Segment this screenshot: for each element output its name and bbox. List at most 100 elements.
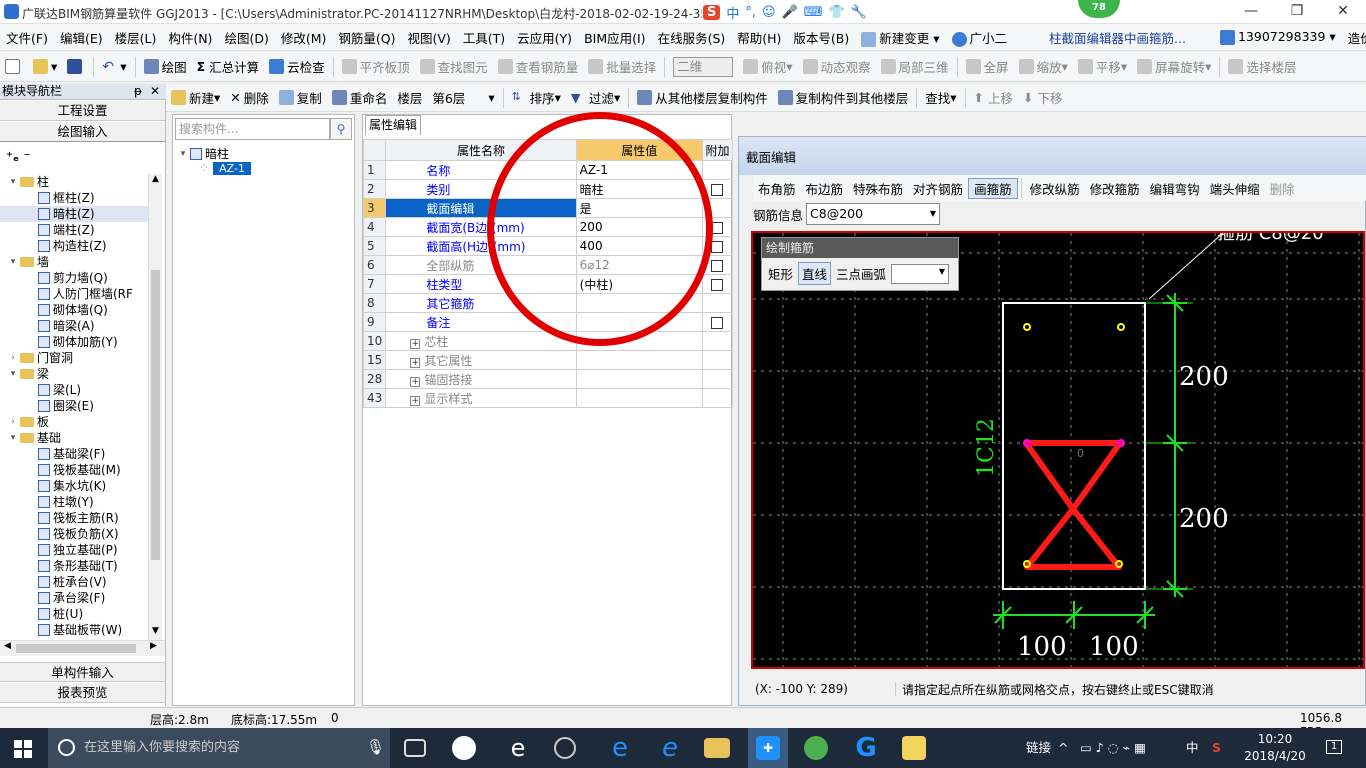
- floor-select[interactable]: 第6层 ▾: [427, 88, 499, 107]
- line-mode-button[interactable]: 直线: [798, 262, 832, 285]
- rename-button[interactable]: 重命名: [327, 88, 393, 107]
- property-value[interactable]: [575, 293, 703, 313]
- property-value[interactable]: 是: [575, 198, 703, 218]
- filter-button[interactable]: ▼ 过滤 ▾: [566, 88, 625, 107]
- copy-to-floor-button[interactable]: 复制构件到其他楼层: [773, 88, 914, 107]
- nav-tree-item[interactable]: 筏板主筋(R): [0, 510, 148, 526]
- draw-stirrup-button[interactable]: 画箍筋: [968, 177, 1018, 199]
- find-button[interactable]: 查找 ▾: [920, 88, 961, 107]
- property-value[interactable]: [575, 331, 703, 351]
- tab-property-edit[interactable]: 属性编辑: [365, 115, 421, 135]
- property-value[interactable]: AZ-1: [575, 160, 703, 180]
- tray-lang[interactable]: 中: [1186, 728, 1199, 768]
- menu-component[interactable]: 构件(N): [162, 28, 218, 47]
- property-row[interactable]: 5 截面高(H边)(mm) 400: [362, 236, 734, 256]
- tray-sogou-icon[interactable]: S: [1212, 728, 1221, 768]
- nav-tree-item[interactable]: 基础梁(F): [0, 446, 148, 462]
- expand-plus-icon[interactable]: +: [410, 357, 421, 368]
- property-row[interactable]: 6 全部纵筋 6⌀12: [362, 255, 734, 275]
- score-badge[interactable]: 78: [1078, 0, 1120, 18]
- taskbar-clock[interactable]: 10:20 2018/4/20: [1240, 731, 1310, 765]
- component-search-input[interactable]: 搜索构件...: [175, 118, 330, 140]
- menu-modify[interactable]: 修改(M): [275, 28, 333, 47]
- summary-calc-button[interactable]: Σ 汇总计算: [192, 57, 265, 76]
- nav-tree-folder[interactable]: ▾ 墙: [0, 254, 148, 270]
- property-row[interactable]: 10 + 芯柱: [362, 331, 734, 351]
- menu-version[interactable]: 版本号(B): [787, 28, 855, 47]
- task-view-icon[interactable]: [404, 739, 426, 757]
- nav-tree-item[interactable]: 圈梁(E): [0, 398, 148, 414]
- section-canvas[interactable]: 箍筋 C8@20 0 200 200 100 100 1C12 绘制箍筋 矩形 …: [751, 231, 1365, 669]
- nav-tree-folder[interactable]: ▾ 柱: [0, 174, 148, 190]
- nav-tree-item[interactable]: 构造柱(Z): [0, 238, 148, 254]
- taskbar-search-input[interactable]: 在这里输入你要搜索的内容: [48, 728, 390, 768]
- extra-checkbox[interactable]: [711, 221, 724, 234]
- move-down-button[interactable]: ⬇ 下移: [1018, 88, 1068, 107]
- nav-tree-item[interactable]: 砌体加筋(Y): [0, 334, 148, 350]
- view-mode-select[interactable]: 二维: [668, 56, 738, 77]
- user-account[interactable]: 13907298339 ▾: [1214, 29, 1342, 45]
- menu-new-change[interactable]: 新建变更 ▾: [855, 28, 945, 47]
- modify-stirrup-button[interactable]: 修改箍筋: [1085, 179, 1145, 198]
- find-element-button[interactable]: 查找图元: [415, 57, 493, 76]
- active-app-slot[interactable]: ✚: [748, 728, 788, 768]
- app-green-icon[interactable]: [804, 736, 828, 760]
- tray-arrow-icon[interactable]: ^: [1058, 728, 1068, 768]
- emoji-icon[interactable]: ☺: [762, 5, 776, 20]
- nav-tree-folder[interactable]: ▾ 梁: [0, 366, 148, 382]
- ime-toolbar[interactable]: S 中 °, ☺ 🎤 ⌨ 👕 🔧: [703, 3, 867, 22]
- wrench-icon[interactable]: 🔧: [851, 5, 867, 20]
- end-extend-button[interactable]: 端头伸缩: [1205, 179, 1265, 198]
- property-value[interactable]: [575, 369, 703, 389]
- pan-button[interactable]: 平移 ▾: [1073, 57, 1132, 76]
- edge-blue-icon[interactable]: e: [606, 734, 634, 762]
- modify-longitudinal-button[interactable]: 修改纵筋: [1025, 179, 1085, 198]
- property-row[interactable]: 3 截面编辑是: [362, 198, 734, 218]
- expand-collapse-all-icon[interactable]: ⁺ₑ ⁻: [6, 150, 30, 165]
- undo-icon[interactable]: ↶ ▾: [97, 59, 131, 75]
- view-rebar-qty-button[interactable]: 查看钢筋量: [493, 57, 584, 76]
- top-view-button[interactable]: 俯视 ▾: [738, 57, 797, 76]
- expand-plus-icon[interactable]: +: [410, 338, 421, 349]
- nav-tree-item[interactable]: 梁(L): [0, 382, 148, 398]
- file-explorer-icon[interactable]: [704, 738, 730, 758]
- property-value[interactable]: 200: [575, 217, 703, 237]
- fullscreen-button[interactable]: 全屏: [961, 57, 1014, 76]
- chevron-down-icon[interactable]: ▾: [8, 254, 18, 270]
- extra-checkbox[interactable]: [711, 183, 724, 196]
- mic-icon[interactable]: 🎤: [782, 5, 798, 20]
- nav-tree-item[interactable]: 柱墩(Y): [0, 494, 148, 510]
- expand-plus-icon[interactable]: +: [410, 395, 421, 406]
- cloud-check-button[interactable]: 云检查: [264, 57, 330, 76]
- draw-button[interactable]: 绘图: [139, 57, 192, 76]
- nav-tree-item[interactable]: 集水坑(K): [0, 478, 148, 494]
- tray-link[interactable]: 链接: [1026, 728, 1051, 768]
- chevron-down-icon[interactable]: ▾: [8, 366, 18, 382]
- section-drawing[interactable]: 箍筋 C8@20 0 200 200 100 100 1C12: [753, 233, 1365, 669]
- new-file-icon[interactable]: [0, 59, 28, 74]
- notes-icon[interactable]: [902, 736, 926, 760]
- notification-icon[interactable]: 1: [1326, 740, 1342, 754]
- zoom-button[interactable]: 缩放 ▾: [1014, 57, 1073, 76]
- nav-tree-item[interactable]: 桩承台(V): [0, 574, 148, 590]
- property-row[interactable]: 2 类别 暗柱: [362, 179, 734, 199]
- minimize-icon[interactable]: —: [1228, 0, 1274, 24]
- nav-tree-item[interactable]: 独立基础(P): [0, 542, 148, 558]
- component-tree-root[interactable]: ▾ 暗柱: [178, 145, 229, 162]
- local-3d-button[interactable]: 局部三维: [876, 57, 954, 76]
- nav-tree-item[interactable]: 砌体墙(Q): [0, 302, 148, 318]
- chevron-right-icon[interactable]: ›: [8, 414, 18, 430]
- property-row[interactable]: 8 其它箍筋: [362, 293, 734, 313]
- nav-tree-item[interactable]: 剪力墙(Q): [0, 270, 148, 286]
- nav-tree-item[interactable]: 筏板基础(M): [0, 462, 148, 478]
- edge-rebar-button[interactable]: 布边筋: [801, 179, 849, 198]
- menu-tools[interactable]: 工具(T): [457, 28, 511, 47]
- property-value[interactable]: 400: [575, 236, 703, 256]
- menu-help[interactable]: 帮助(H): [731, 28, 787, 47]
- menu-floor[interactable]: 楼层(L): [109, 28, 163, 47]
- nav-tree-item[interactable]: 暗梁(A): [0, 318, 148, 334]
- batch-select-button[interactable]: 批量选择: [583, 57, 661, 76]
- nav-tree-folder[interactable]: › 门窗洞: [0, 350, 148, 366]
- help-topic-link[interactable]: 柱截面编辑器中画箍筋...: [1043, 28, 1192, 47]
- copy-from-floor-button[interactable]: 从其他楼层复制构件: [632, 88, 773, 107]
